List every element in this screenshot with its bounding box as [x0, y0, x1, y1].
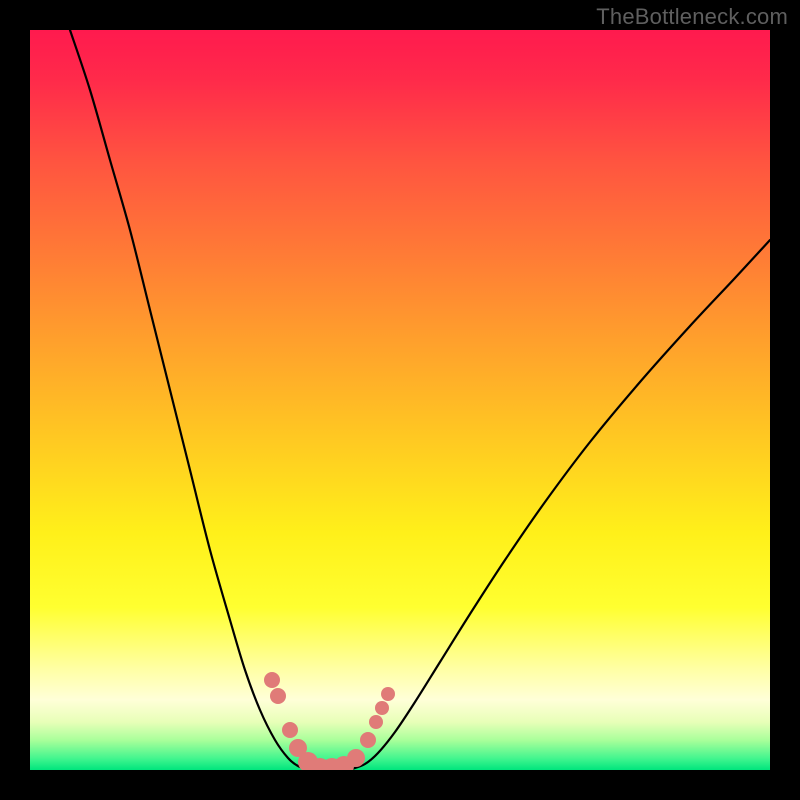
watermark-text: TheBottleneck.com: [596, 4, 788, 30]
marker-dot: [264, 672, 280, 688]
chart-svg: [30, 30, 770, 770]
plot-area: [30, 30, 770, 770]
marker-dot: [270, 688, 286, 704]
marker-dot: [347, 749, 365, 767]
chart-background: [30, 30, 770, 770]
marker-dot: [282, 722, 298, 738]
marker-dot: [375, 701, 389, 715]
marker-dot: [381, 687, 395, 701]
marker-dot: [360, 732, 376, 748]
marker-dot: [369, 715, 383, 729]
chart-frame: TheBottleneck.com: [0, 0, 800, 800]
